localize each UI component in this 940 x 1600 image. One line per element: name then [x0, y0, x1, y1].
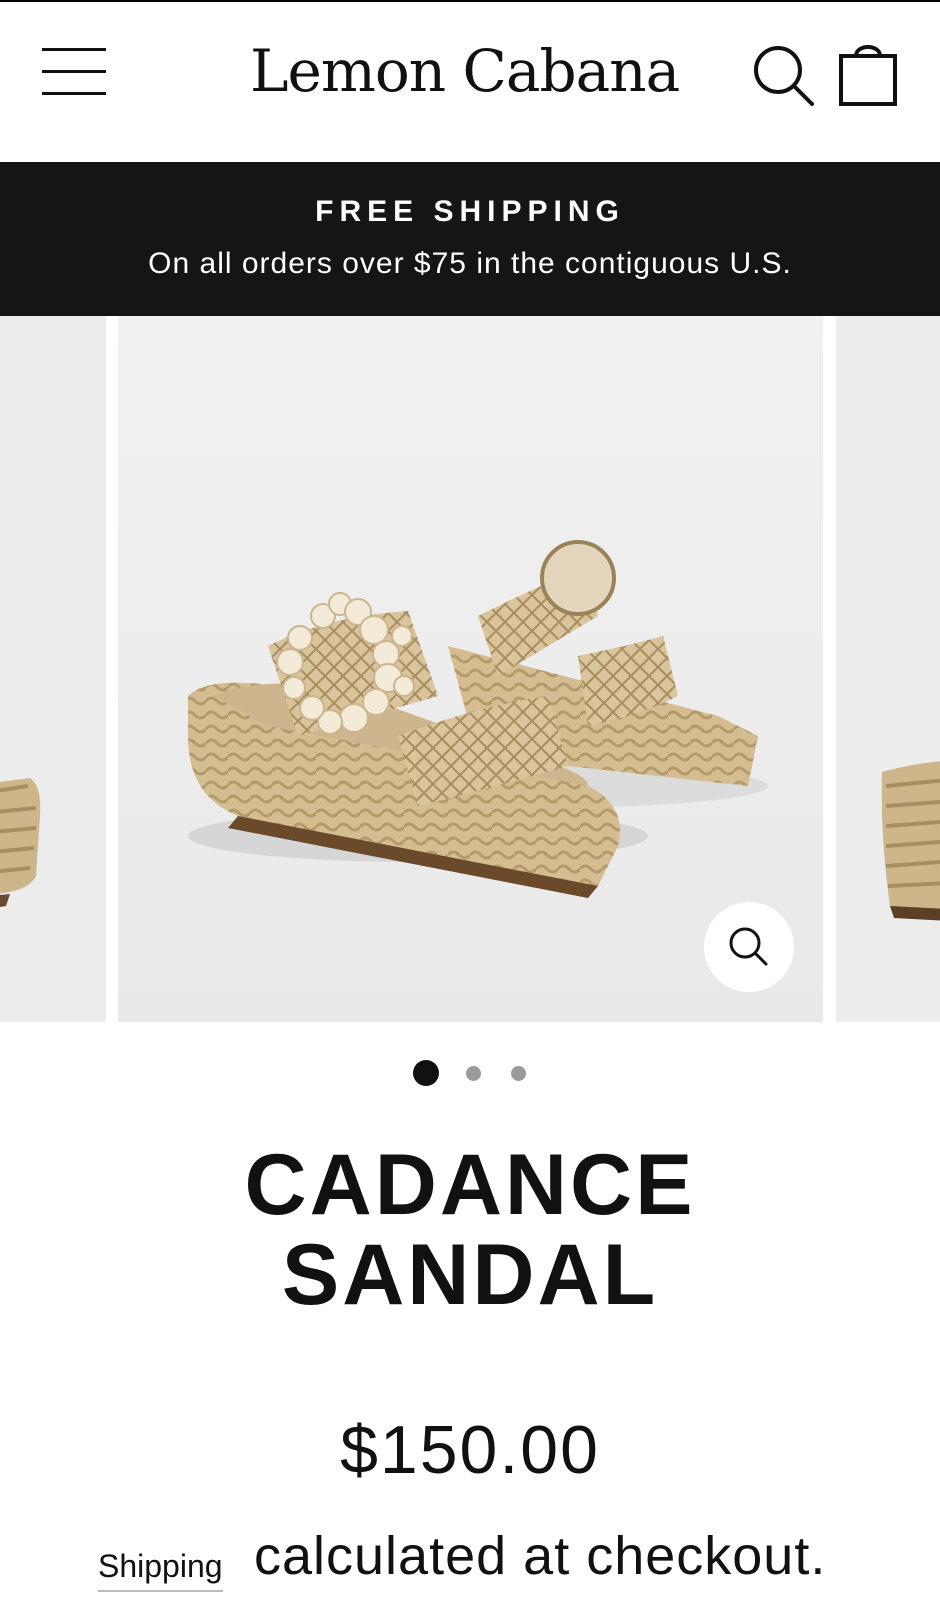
carousel-dot-1[interactable]	[413, 1060, 439, 1086]
hamburger-menu-icon[interactable]	[40, 46, 108, 98]
shopping-bag-icon[interactable]	[836, 40, 902, 108]
carousel-dot-3[interactable]	[511, 1066, 526, 1081]
brand-logo[interactable]: Lemon Cabana	[250, 26, 690, 116]
shipping-policy-link[interactable]: Shipping	[98, 1546, 223, 1592]
zoom-icon[interactable]	[704, 902, 794, 992]
site-header: Lemon Cabana	[0, 2, 940, 162]
product-price: $150.00	[340, 1412, 600, 1488]
next-product-image[interactable]	[836, 316, 940, 1022]
announcement-subtitle: On all orders over $75 in the contiguous…	[148, 247, 792, 280]
search-icon[interactable]	[748, 40, 818, 110]
product-title-line-2: SANDAL	[281, 1227, 659, 1323]
product-title: CADANCE SANDAL	[120, 1140, 820, 1320]
announcement-title: FREE SHIPPING	[315, 195, 625, 228]
product-image-carousel[interactable]	[0, 316, 940, 1022]
carousel-dots	[0, 1058, 940, 1088]
shipping-note-text: calculated at checkout.	[254, 1526, 827, 1586]
carousel-dot-2[interactable]	[466, 1066, 481, 1081]
announcement-bar: FREE SHIPPING On all orders over $75 in …	[0, 162, 940, 316]
product-title-line-1: CADANCE	[244, 1137, 696, 1233]
shipping-note: Shipping calculated at checkout.	[96, 1520, 916, 1592]
previous-product-image[interactable]	[0, 316, 106, 1022]
